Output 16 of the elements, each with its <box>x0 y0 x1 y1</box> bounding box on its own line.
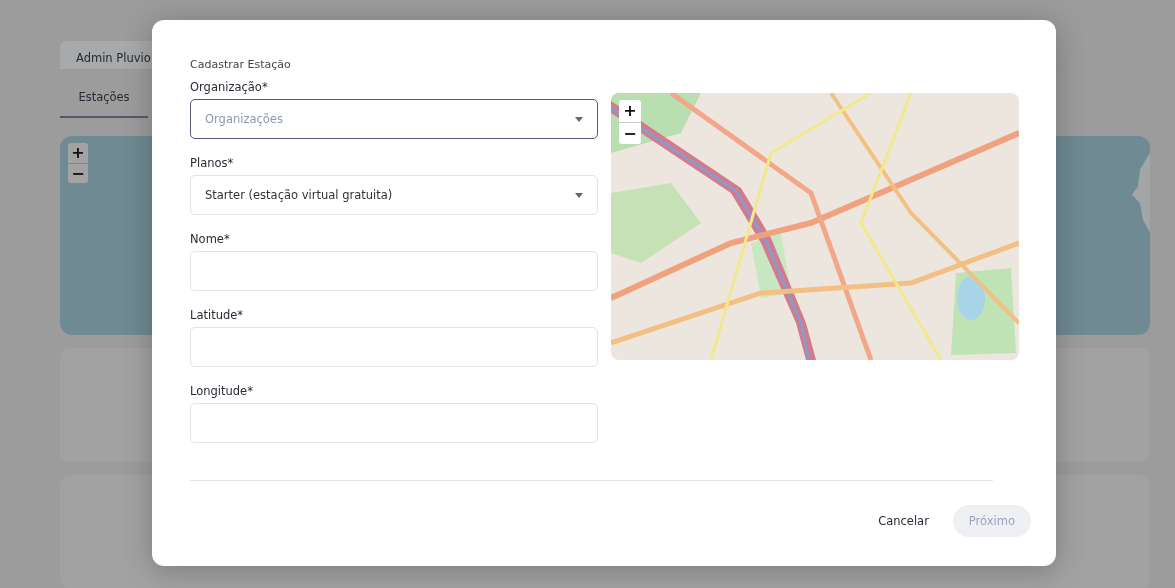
dialog-title: Cadastrar Estação <box>190 58 292 71</box>
input-field[interactable] <box>190 327 598 367</box>
field-label: Nome* <box>190 232 231 246</box>
zoom-out-button[interactable]: − <box>68 163 88 184</box>
cancel-button[interactable]: Cancelar <box>876 505 931 537</box>
input-field[interactable] <box>190 403 598 443</box>
tab[interactable]: Estações <box>60 69 148 119</box>
caret-icon <box>575 116 583 122</box>
field-label: Organização* <box>190 80 269 94</box>
zoom-in-button[interactable]: + <box>68 143 88 164</box>
select-field[interactable]: Starter (estação virtual gratuita) <box>190 175 598 215</box>
caret-icon <box>575 192 583 198</box>
input-field[interactable] <box>190 251 598 291</box>
field-label: Planos* <box>190 156 235 170</box>
field-label: Longitude* <box>190 384 254 398</box>
field-label: Latitude* <box>190 308 245 322</box>
